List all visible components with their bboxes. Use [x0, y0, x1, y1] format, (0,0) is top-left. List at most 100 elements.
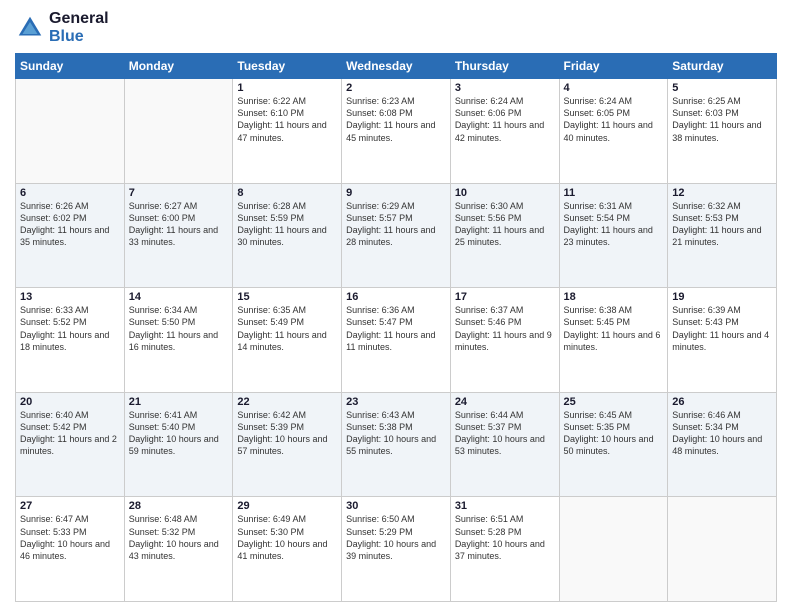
- day-of-week-header: Tuesday: [233, 54, 342, 79]
- day-number: 7: [129, 187, 229, 199]
- day-number: 9: [346, 187, 446, 199]
- day-info: Sunrise: 6:27 AM Sunset: 6:00 PM Dayligh…: [129, 200, 229, 249]
- day-info: Sunrise: 6:51 AM Sunset: 5:28 PM Dayligh…: [455, 513, 555, 562]
- day-of-week-header: Saturday: [668, 54, 777, 79]
- calendar-cell: 10Sunrise: 6:30 AM Sunset: 5:56 PM Dayli…: [450, 183, 559, 288]
- day-number: 17: [455, 291, 555, 303]
- day-info: Sunrise: 6:36 AM Sunset: 5:47 PM Dayligh…: [346, 304, 446, 353]
- calendar-cell: 16Sunrise: 6:36 AM Sunset: 5:47 PM Dayli…: [342, 288, 451, 393]
- day-info: Sunrise: 6:29 AM Sunset: 5:57 PM Dayligh…: [346, 200, 446, 249]
- day-info: Sunrise: 6:28 AM Sunset: 5:59 PM Dayligh…: [237, 200, 337, 249]
- day-info: Sunrise: 6:33 AM Sunset: 5:52 PM Dayligh…: [20, 304, 120, 353]
- calendar-cell: 20Sunrise: 6:40 AM Sunset: 5:42 PM Dayli…: [16, 392, 125, 497]
- day-number: 14: [129, 291, 229, 303]
- day-number: 21: [129, 396, 229, 408]
- day-number: 15: [237, 291, 337, 303]
- day-number: 24: [455, 396, 555, 408]
- day-info: Sunrise: 6:24 AM Sunset: 6:05 PM Dayligh…: [564, 95, 664, 144]
- day-info: Sunrise: 6:23 AM Sunset: 6:08 PM Dayligh…: [346, 95, 446, 144]
- day-number: 27: [20, 500, 120, 512]
- day-number: 6: [20, 187, 120, 199]
- day-number: 29: [237, 500, 337, 512]
- day-info: Sunrise: 6:42 AM Sunset: 5:39 PM Dayligh…: [237, 409, 337, 458]
- day-of-week-header: Wednesday: [342, 54, 451, 79]
- calendar-cell: 22Sunrise: 6:42 AM Sunset: 5:39 PM Dayli…: [233, 392, 342, 497]
- day-info: Sunrise: 6:35 AM Sunset: 5:49 PM Dayligh…: [237, 304, 337, 353]
- day-number: 5: [672, 82, 772, 94]
- day-of-week-header: Monday: [124, 54, 233, 79]
- calendar-week-row: 1Sunrise: 6:22 AM Sunset: 6:10 PM Daylig…: [16, 79, 777, 184]
- calendar-cell: 12Sunrise: 6:32 AM Sunset: 5:53 PM Dayli…: [668, 183, 777, 288]
- day-number: 22: [237, 396, 337, 408]
- calendar-week-row: 13Sunrise: 6:33 AM Sunset: 5:52 PM Dayli…: [16, 288, 777, 393]
- calendar-body: 1Sunrise: 6:22 AM Sunset: 6:10 PM Daylig…: [16, 79, 777, 602]
- day-number: 31: [455, 500, 555, 512]
- calendar-cell: 24Sunrise: 6:44 AM Sunset: 5:37 PM Dayli…: [450, 392, 559, 497]
- calendar-cell: 17Sunrise: 6:37 AM Sunset: 5:46 PM Dayli…: [450, 288, 559, 393]
- day-info: Sunrise: 6:34 AM Sunset: 5:50 PM Dayligh…: [129, 304, 229, 353]
- calendar-cell: 1Sunrise: 6:22 AM Sunset: 6:10 PM Daylig…: [233, 79, 342, 184]
- day-number: 8: [237, 187, 337, 199]
- logo-text: General Blue: [49, 10, 109, 45]
- calendar-table: SundayMondayTuesdayWednesdayThursdayFrid…: [15, 53, 777, 602]
- day-info: Sunrise: 6:24 AM Sunset: 6:06 PM Dayligh…: [455, 95, 555, 144]
- day-number: 3: [455, 82, 555, 94]
- day-number: 4: [564, 82, 664, 94]
- day-number: 26: [672, 396, 772, 408]
- day-number: 19: [672, 291, 772, 303]
- day-info: Sunrise: 6:49 AM Sunset: 5:30 PM Dayligh…: [237, 513, 337, 562]
- calendar-cell: 18Sunrise: 6:38 AM Sunset: 5:45 PM Dayli…: [559, 288, 668, 393]
- calendar-cell: 19Sunrise: 6:39 AM Sunset: 5:43 PM Dayli…: [668, 288, 777, 393]
- header: General Blue: [15, 10, 777, 45]
- calendar-cell: 26Sunrise: 6:46 AM Sunset: 5:34 PM Dayli…: [668, 392, 777, 497]
- day-number: 16: [346, 291, 446, 303]
- calendar-cell: [16, 79, 125, 184]
- day-number: 20: [20, 396, 120, 408]
- day-number: 23: [346, 396, 446, 408]
- day-info: Sunrise: 6:37 AM Sunset: 5:46 PM Dayligh…: [455, 304, 555, 353]
- day-info: Sunrise: 6:30 AM Sunset: 5:56 PM Dayligh…: [455, 200, 555, 249]
- calendar-cell: 29Sunrise: 6:49 AM Sunset: 5:30 PM Dayli…: [233, 497, 342, 602]
- calendar-cell: [668, 497, 777, 602]
- day-info: Sunrise: 6:26 AM Sunset: 6:02 PM Dayligh…: [20, 200, 120, 249]
- page: General Blue SundayMondayTuesdayWednesda…: [0, 0, 792, 612]
- calendar-cell: 25Sunrise: 6:45 AM Sunset: 5:35 PM Dayli…: [559, 392, 668, 497]
- day-of-week-header: Thursday: [450, 54, 559, 79]
- day-info: Sunrise: 6:25 AM Sunset: 6:03 PM Dayligh…: [672, 95, 772, 144]
- calendar-cell: 28Sunrise: 6:48 AM Sunset: 5:32 PM Dayli…: [124, 497, 233, 602]
- calendar-cell: 13Sunrise: 6:33 AM Sunset: 5:52 PM Dayli…: [16, 288, 125, 393]
- calendar-cell: [124, 79, 233, 184]
- calendar-cell: 15Sunrise: 6:35 AM Sunset: 5:49 PM Dayli…: [233, 288, 342, 393]
- calendar-cell: 2Sunrise: 6:23 AM Sunset: 6:08 PM Daylig…: [342, 79, 451, 184]
- calendar-header-row: SundayMondayTuesdayWednesdayThursdayFrid…: [16, 54, 777, 79]
- calendar-cell: 6Sunrise: 6:26 AM Sunset: 6:02 PM Daylig…: [16, 183, 125, 288]
- day-info: Sunrise: 6:44 AM Sunset: 5:37 PM Dayligh…: [455, 409, 555, 458]
- day-number: 18: [564, 291, 664, 303]
- calendar-cell: 3Sunrise: 6:24 AM Sunset: 6:06 PM Daylig…: [450, 79, 559, 184]
- calendar-cell: 11Sunrise: 6:31 AM Sunset: 5:54 PM Dayli…: [559, 183, 668, 288]
- day-number: 28: [129, 500, 229, 512]
- day-info: Sunrise: 6:45 AM Sunset: 5:35 PM Dayligh…: [564, 409, 664, 458]
- day-info: Sunrise: 6:47 AM Sunset: 5:33 PM Dayligh…: [20, 513, 120, 562]
- day-info: Sunrise: 6:50 AM Sunset: 5:29 PM Dayligh…: [346, 513, 446, 562]
- logo: General Blue: [15, 10, 109, 45]
- calendar-cell: 9Sunrise: 6:29 AM Sunset: 5:57 PM Daylig…: [342, 183, 451, 288]
- day-info: Sunrise: 6:31 AM Sunset: 5:54 PM Dayligh…: [564, 200, 664, 249]
- day-info: Sunrise: 6:46 AM Sunset: 5:34 PM Dayligh…: [672, 409, 772, 458]
- day-of-week-header: Sunday: [16, 54, 125, 79]
- calendar-cell: 23Sunrise: 6:43 AM Sunset: 5:38 PM Dayli…: [342, 392, 451, 497]
- calendar-week-row: 6Sunrise: 6:26 AM Sunset: 6:02 PM Daylig…: [16, 183, 777, 288]
- calendar-week-row: 20Sunrise: 6:40 AM Sunset: 5:42 PM Dayli…: [16, 392, 777, 497]
- day-number: 10: [455, 187, 555, 199]
- calendar-cell: 21Sunrise: 6:41 AM Sunset: 5:40 PM Dayli…: [124, 392, 233, 497]
- day-info: Sunrise: 6:39 AM Sunset: 5:43 PM Dayligh…: [672, 304, 772, 353]
- day-info: Sunrise: 6:40 AM Sunset: 5:42 PM Dayligh…: [20, 409, 120, 458]
- day-of-week-header: Friday: [559, 54, 668, 79]
- day-info: Sunrise: 6:41 AM Sunset: 5:40 PM Dayligh…: [129, 409, 229, 458]
- day-number: 13: [20, 291, 120, 303]
- day-number: 30: [346, 500, 446, 512]
- calendar-cell: 27Sunrise: 6:47 AM Sunset: 5:33 PM Dayli…: [16, 497, 125, 602]
- day-number: 1: [237, 82, 337, 94]
- calendar-cell: 30Sunrise: 6:50 AM Sunset: 5:29 PM Dayli…: [342, 497, 451, 602]
- calendar-cell: 8Sunrise: 6:28 AM Sunset: 5:59 PM Daylig…: [233, 183, 342, 288]
